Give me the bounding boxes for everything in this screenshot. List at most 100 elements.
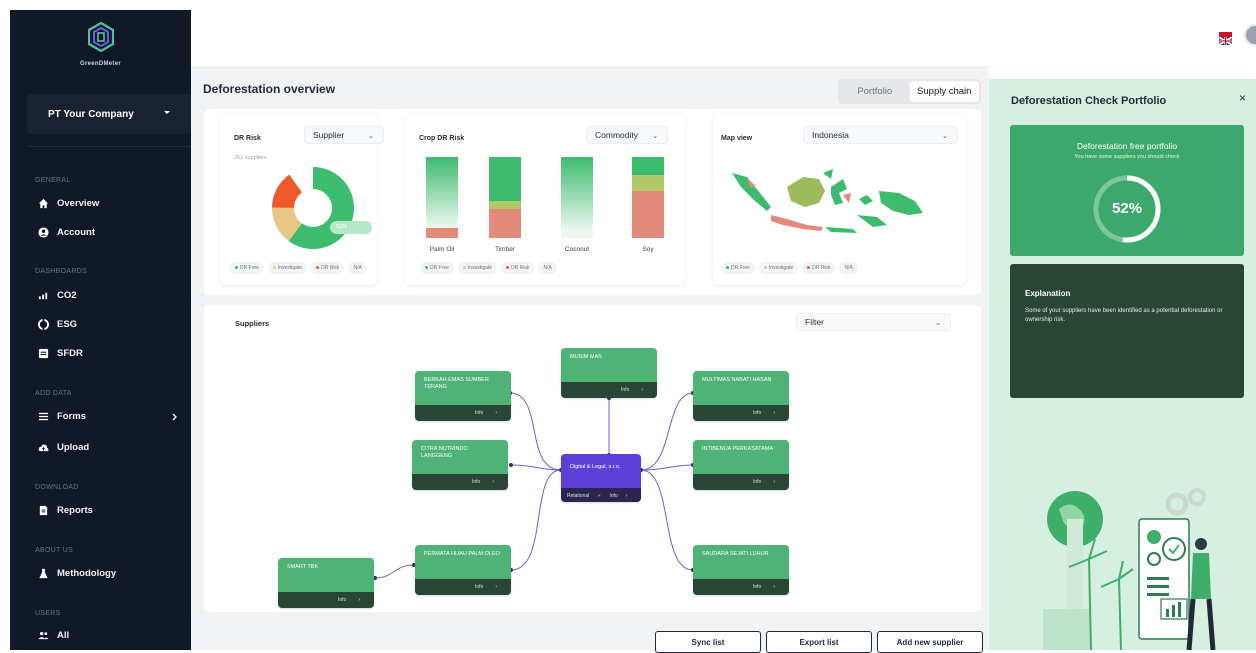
crop-label: Soy: [642, 246, 654, 253]
info-link[interactable]: Info: [621, 387, 629, 393]
nav-upload[interactable]: Upload: [38, 442, 89, 453]
node-footer: Relational ✓ Info ›: [561, 488, 641, 502]
nav-label: Methodology: [57, 568, 117, 579]
co2-icon: [38, 292, 48, 300]
node-footer: Info ›: [561, 382, 657, 398]
crop-label: Timber: [495, 246, 515, 253]
tab-supply-chain[interactable]: Supply chain: [909, 81, 979, 102]
crop-dr-risk-card: Crop DR Risk Commodity ⌄ Palm Oil Timber…: [405, 113, 685, 285]
nav-forms[interactable]: Forms: [38, 411, 178, 422]
node-footer: Info ›: [415, 405, 511, 421]
logo[interactable]: GreenDMeter: [10, 21, 191, 67]
info-link[interactable]: Info: [753, 479, 761, 485]
info-link[interactable]: Info: [475, 584, 483, 590]
legend-item: N/A: [348, 262, 367, 274]
supplier-node[interactable]: CITRA NUTRINDO LANGGENG Info ›: [412, 440, 508, 490]
supplier-name: INTIBENUA PERKASATAMA: [693, 440, 789, 474]
risk-type-select[interactable]: Supplier ⌄: [304, 126, 384, 144]
crop-legend: DR Free Investigate DR Risk N/A: [420, 262, 557, 274]
card-title: Crop DR Risk: [419, 135, 465, 142]
suppliers-panel: Suppliers Filter ⌄ MUSIM MAS Info › BERK…: [204, 305, 981, 612]
section-about-us: ABOUT US: [35, 547, 74, 554]
legend-item: Investigate: [758, 262, 799, 274]
supplier-node[interactable]: SAUDARA SEJATI LUHUR Info ›: [693, 545, 789, 595]
company-selector[interactable]: PT Your Company: [27, 94, 192, 134]
list-icon: [38, 412, 49, 421]
country-select[interactable]: Indonesia ⌄: [803, 126, 958, 144]
arrow-right-icon[interactable]: ›: [492, 479, 494, 485]
select-value: Supplier: [313, 130, 345, 140]
info-link[interactable]: Info: [753, 584, 761, 590]
user-circle-icon: [38, 227, 49, 238]
dr-free-percent-badge: 52%: [330, 221, 372, 234]
risk-charts-panel: DR Risk Supplier ⌄ 252 suppliers 52% DR …: [204, 109, 981, 295]
language-flag-icon[interactable]: [1218, 32, 1233, 46]
node-footer: Info ›: [278, 592, 374, 608]
commodity-select[interactable]: Commodity ⌄: [586, 126, 668, 144]
nav-label: ESG: [57, 319, 78, 330]
arrow-right-icon[interactable]: ›: [773, 584, 775, 590]
node-footer: Info ›: [693, 579, 789, 595]
supplier-node[interactable]: SMART TBK Info ›: [278, 558, 374, 608]
central-company-node[interactable]: Digital & Legal, s.r.o. Relational ✓ Inf…: [561, 454, 641, 502]
nav-overview[interactable]: Overview: [38, 198, 99, 209]
info-link[interactable]: Info: [753, 410, 761, 416]
nav-reports[interactable]: Reports: [38, 505, 93, 516]
arrow-right-icon[interactable]: ›: [495, 410, 497, 416]
arrow-right-icon[interactable]: ›: [641, 387, 643, 393]
explanation-card: Explanation Some of your suppliers have …: [1010, 264, 1244, 398]
nav-label: Reports: [57, 505, 93, 516]
legend-item: DR Free: [420, 262, 454, 274]
page-title: Deforestation overview: [203, 82, 336, 96]
view-switcher: Portfolio Supply chain: [838, 79, 981, 104]
supplier-name: CITRA NUTRINDO LANGGENG: [412, 440, 508, 474]
supplier-name: MULTIMAS NABATI HASAN: [693, 371, 789, 405]
logo-text: GreenDMeter: [80, 61, 121, 67]
check-icon: ✓: [597, 493, 602, 499]
supplier-node[interactable]: MULTIMAS NABATI HASAN Info ›: [693, 371, 789, 421]
supplier-name: SMART TBK: [278, 558, 374, 592]
close-icon[interactable]: ×: [1239, 91, 1246, 105]
chevron-down-icon: ⌄: [368, 133, 374, 140]
nav-all-users[interactable]: All: [38, 630, 69, 641]
explanation-title: Explanation: [1025, 289, 1071, 298]
info-link[interactable]: Info: [475, 410, 483, 416]
supplier-node[interactable]: MUSIM MAS Info ›: [561, 348, 657, 398]
select-value: Commodity: [595, 130, 638, 140]
node-footer: Info ›: [415, 579, 511, 595]
section-dashboards: DASHBOARDS: [35, 268, 88, 275]
tab-portfolio[interactable]: Portfolio: [840, 81, 910, 102]
supplier-node[interactable]: INTIBENUA PERKASATAMA Info ›: [693, 440, 789, 490]
node-footer: Info ›: [693, 405, 789, 421]
home-icon: [38, 198, 49, 209]
nav-label: Overview: [57, 198, 100, 209]
nav-sfdr[interactable]: SFDR: [38, 348, 83, 359]
section-add-data: ADD DATA: [35, 390, 72, 397]
legend-item: Investigate: [267, 262, 308, 274]
crop-bar-coconut: [561, 157, 593, 238]
arrow-right-icon[interactable]: ›: [773, 410, 775, 416]
nav-co2[interactable]: CO2: [38, 290, 77, 301]
nav-esg[interactable]: ESG: [38, 319, 77, 330]
info-link[interactable]: Info: [472, 479, 480, 485]
supplier-node[interactable]: PERMATA HIJAU PALM OLEO Info ›: [415, 545, 511, 595]
info-link[interactable]: Info: [338, 597, 346, 603]
supplier-node[interactable]: BERKAH EMAS SUMBER TERANG Info ›: [415, 371, 511, 421]
nav-account[interactable]: Account: [38, 227, 95, 238]
arrow-right-icon[interactable]: ›: [358, 597, 360, 603]
chevron-down-icon: [164, 111, 170, 114]
legend-item: N/A: [839, 262, 858, 274]
info-link[interactable]: Info: [609, 493, 617, 499]
user-avatar[interactable]: [1244, 24, 1256, 46]
arrow-right-icon[interactable]: ›: [626, 493, 628, 499]
users-icon: [38, 632, 49, 640]
arrow-right-icon[interactable]: ›: [495, 584, 497, 590]
arrow-right-icon[interactable]: ›: [773, 479, 775, 485]
legend-item: DR Risk: [311, 262, 345, 274]
legend-item: DR Risk: [501, 262, 535, 274]
nav-methodology[interactable]: Methodology: [38, 568, 116, 579]
divider: [27, 146, 191, 147]
document-icon: [39, 505, 48, 516]
summary-subtitle: You have some suppliers you should check: [1074, 154, 1180, 160]
sustainability-illustration: [1043, 488, 1216, 650]
